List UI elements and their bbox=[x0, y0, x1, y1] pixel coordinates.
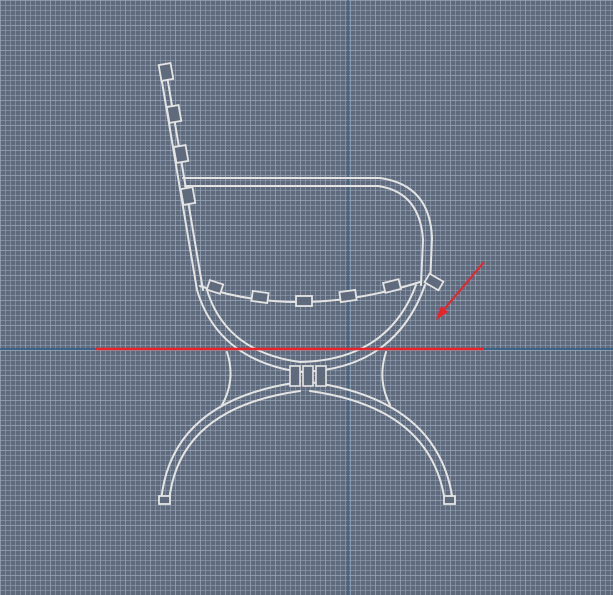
pointer-arrow bbox=[436, 261, 485, 320]
bench-legs bbox=[158, 351, 456, 505]
backrest-post-inner bbox=[165, 69, 204, 291]
drawing-canvas[interactable] bbox=[0, 0, 613, 595]
seat-slats bbox=[199, 272, 445, 307]
armrest bbox=[182, 177, 433, 286]
cad-viewport[interactable] bbox=[0, 0, 613, 595]
backrest-post bbox=[159, 69, 198, 291]
bench-model[interactable] bbox=[157, 62, 456, 505]
